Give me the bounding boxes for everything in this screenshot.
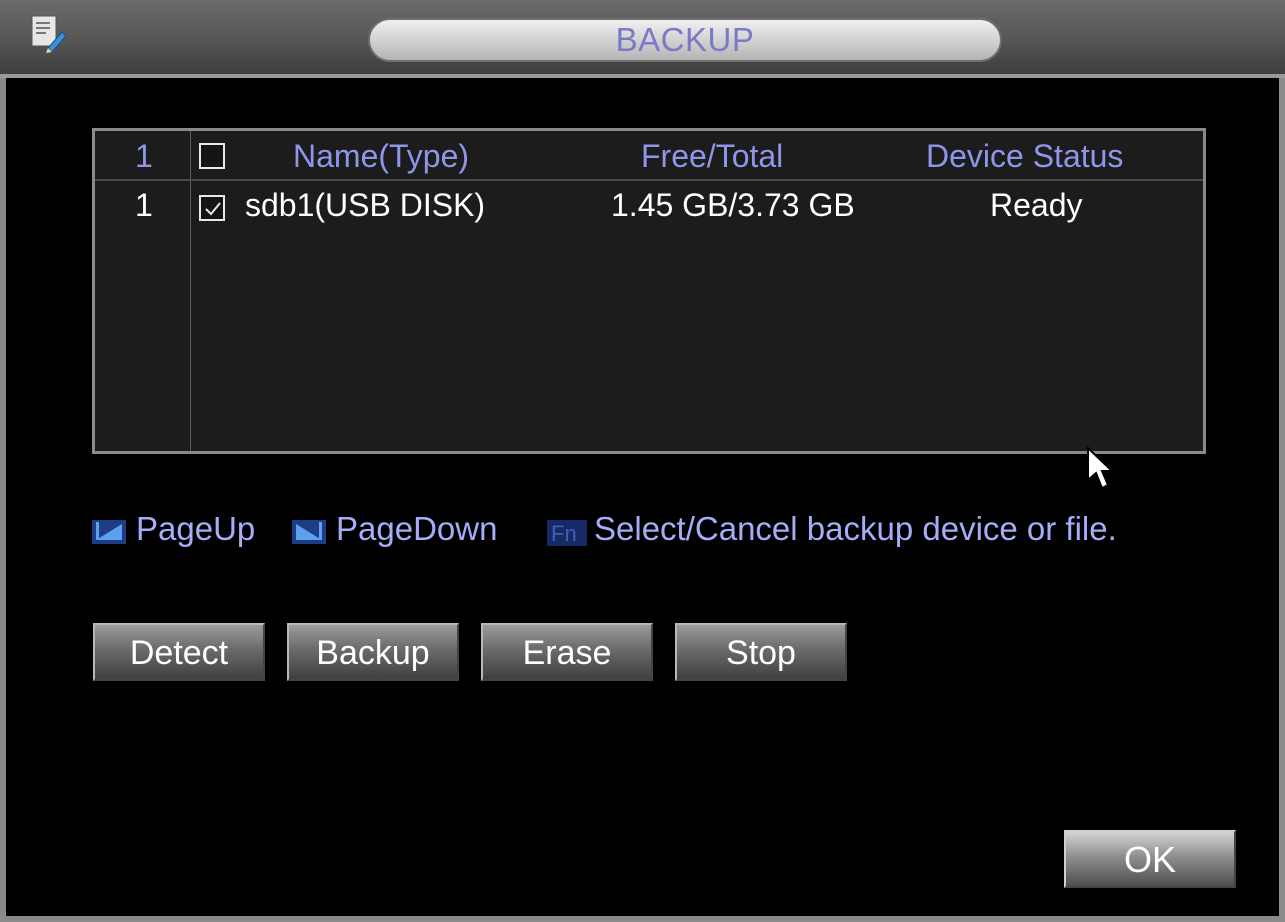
page-down-icon — [292, 516, 328, 546]
row-checkbox[interactable] — [199, 195, 225, 221]
mouse-cursor-icon — [1086, 445, 1116, 501]
header-device-status: Device Status — [926, 138, 1124, 174]
erase-button[interactable]: Erase — [481, 623, 653, 681]
hint-bar: PageUp PageDown Fn Select/Cancel backup … — [92, 510, 1212, 554]
title-bar: BACKUP — [0, 0, 1285, 78]
table-row[interactable]: 1 sdb1(USB DISK) 1.45 GB/3.73 GB Ready — [95, 183, 1203, 233]
table-header: 1 Name(Type) Free/Total Device Status — [95, 131, 1203, 181]
row-device-name: sdb1(USB DISK) — [245, 187, 486, 223]
pen-edit-icon — [28, 14, 68, 54]
detect-button[interactable]: Detect — [93, 623, 265, 681]
stop-button[interactable]: Stop — [675, 623, 847, 681]
ok-button[interactable]: OK — [1064, 830, 1236, 888]
page-up-label: PageUp — [136, 510, 256, 547]
device-table: 1 Name(Type) Free/Total Device Status 1 … — [92, 128, 1206, 454]
fn-hint-text: Select/Cancel backup device or file. — [594, 510, 1117, 547]
window-title: BACKUP — [615, 21, 755, 58]
title-pill: BACKUP — [368, 18, 1002, 62]
page-down-label: PageDown — [336, 510, 498, 547]
header-free-total: Free/Total — [641, 138, 784, 174]
header-name: Name(Type) — [293, 138, 470, 174]
fn-key-label: Fn — [551, 521, 577, 546]
select-all-checkbox[interactable] — [199, 143, 225, 169]
fn-key-icon: Fn — [547, 516, 587, 546]
row-device-status: Ready — [990, 187, 1083, 223]
header-index: 1 — [135, 138, 153, 174]
page-up-icon — [92, 516, 128, 546]
row-index: 1 — [135, 187, 153, 223]
row-free-total: 1.45 GB/3.73 GB — [611, 187, 855, 223]
backup-button[interactable]: Backup — [287, 623, 459, 681]
checkmark-icon — [205, 202, 221, 216]
